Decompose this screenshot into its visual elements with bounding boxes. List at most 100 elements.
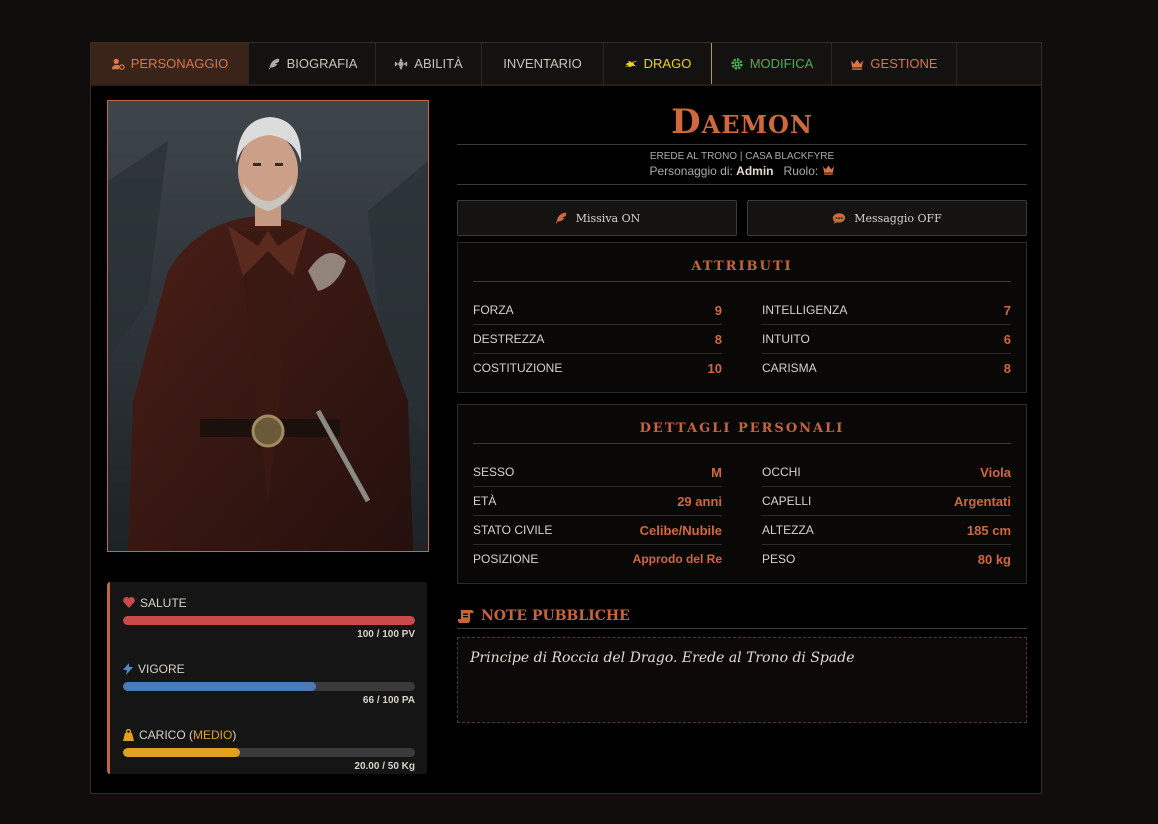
attribute-name: FORZA (473, 303, 514, 317)
detail-name: CAPELLI (762, 494, 812, 508)
tab-label: BIOGRAFIA (286, 56, 358, 71)
detail-name: POSIZIONE (473, 552, 539, 566)
detail-row: OCCHI Viola (762, 458, 1011, 487)
scroll-icon (458, 610, 474, 623)
attribute-row: FORZA 9 (473, 296, 722, 325)
detail-name: STATO CIVILE (473, 523, 553, 537)
detail-row: ALTEZZA 185 cm (762, 516, 1011, 545)
gear-icon (731, 57, 743, 70)
dragon-icon (624, 60, 637, 67)
attribute-name: COSTITUZIONE (473, 361, 563, 375)
character-sheet: PERSONAGGIO BIOGRAFIA ABILITÀ INVENTARIO… (90, 42, 1042, 794)
stat-label: CARICO ( (139, 727, 193, 742)
character-info: Daemon Erede al Trono | Casa Blackfyre P… (457, 100, 1027, 723)
detail-value: 29 anni (677, 493, 722, 509)
detail-name: SESSO (473, 465, 515, 479)
detail-value: 80 kg (977, 551, 1011, 567)
stat-label: SALUTE (140, 595, 187, 610)
stat-salute: SALUTE 100 / 100 PV (123, 594, 415, 644)
detail-name: ALTEZZA (762, 523, 814, 537)
dettagli-left: SESSO M ETÀ 29 anni STATO CIVILE Celibe/Nub… (473, 458, 722, 573)
salute-bar-fill (123, 616, 415, 625)
detail-value: 185 cm (966, 522, 1011, 538)
tab-label: ABILITÀ (414, 56, 463, 71)
crown-icon (851, 59, 864, 70)
detail-row: STATO CIVILE Celibe/Nubile (473, 516, 722, 545)
detail-name: ETÀ (473, 494, 497, 508)
role-label: Ruolo: (783, 164, 819, 178)
owner-label: Personaggio di: (649, 164, 733, 178)
feather-icon (555, 212, 566, 224)
portrait-image (108, 101, 428, 551)
salute-bar (123, 616, 415, 625)
attribute-value: 8 (714, 331, 722, 347)
divider (457, 184, 1027, 185)
vital-stats-panel: SALUTE 100 / 100 PV VIGORE 66 / 100 PA C… (107, 582, 427, 774)
detail-row: PESO 80 kg (762, 545, 1011, 573)
character-owner-line: Personaggio di: Admin Ruolo: (457, 164, 1027, 178)
weight-icon (123, 728, 134, 741)
attribute-row: INTUITO 6 (762, 325, 1011, 354)
attribute-value: 9 (714, 302, 722, 318)
tab-label: PERSONAGGIO (130, 56, 229, 71)
missiva-label: Missiva ON (575, 211, 641, 225)
attribute-value: 6 (1003, 331, 1011, 347)
feather-icon (268, 58, 279, 69)
tab-label: DRAGO (643, 56, 692, 71)
missiva-button[interactable]: Missiva ON (457, 200, 737, 236)
chat-icon (833, 212, 846, 224)
vigore-bar-fill (123, 682, 316, 691)
carico-bar-fill (123, 748, 240, 757)
stat-value: 66 / 100 PA (362, 695, 415, 706)
stat-value: 100 / 100 PV (357, 629, 415, 640)
tab-modifica[interactable]: MODIFICA (712, 43, 832, 84)
tab-label: GESTIONE (870, 56, 938, 71)
messaggio-label: Messaggio OFF (854, 211, 942, 225)
character-portrait (107, 100, 429, 552)
detail-row: SESSO M (473, 458, 722, 487)
tab-inventario[interactable]: INVENTARIO (482, 43, 604, 84)
detail-value: Celibe/Nubile (639, 522, 722, 538)
attributi-panel: ATTRIBUTI FORZA 9 DESTREZZA 8 COSTITUZIONE… (457, 242, 1027, 393)
owner-name: Admin (736, 164, 774, 178)
attribute-row: CARISMA 8 (762, 354, 1011, 382)
tab-label: MODIFICA (749, 56, 814, 71)
attributi-left: FORZA 9 DESTREZZA 8 COSTITUZIONE 10 (473, 296, 722, 382)
tab-personaggio[interactable]: PERSONAGGIO (91, 43, 249, 84)
detail-row: CAPELLI Argentati (762, 487, 1011, 516)
stat-vigore: VIGORE 66 / 100 PA (123, 660, 415, 710)
tab-bar: PERSONAGGIO BIOGRAFIA ABILITÀ INVENTARIO… (91, 43, 1041, 86)
attributi-right: INTELLIGENZA 7 INTUITO 6 CARISMA 8 (762, 296, 1011, 382)
detail-value: M (711, 464, 722, 480)
tab-biografia[interactable]: BIOGRAFIA (249, 43, 376, 84)
tab-drago[interactable]: DRAGO (604, 43, 712, 84)
attribute-value: 7 (1003, 302, 1011, 318)
dettagli-panel: DETTAGLI PERSONALI SESSO M ETÀ 29 anni STA… (457, 404, 1027, 584)
public-notes: Principe di Roccia del Drago. Erede al T… (457, 637, 1027, 723)
dettagli-right: OCCHI Viola CAPELLI Argentati ALTEZZA 185 c… (762, 458, 1011, 573)
attribute-name: INTELLIGENZA (762, 303, 848, 317)
tab-label: INVENTARIO (503, 56, 582, 71)
messaggio-button[interactable]: Messaggio OFF (747, 200, 1027, 236)
detail-name: OCCHI (762, 465, 801, 479)
tab-abilita[interactable]: ABILITÀ (376, 43, 482, 84)
character-subtitle: Erede al Trono | Casa Blackfyre (649, 151, 835, 162)
detail-value: Argentati (953, 493, 1011, 509)
vigore-bar (123, 682, 415, 691)
action-buttons: Missiva ON Messaggio OFF (457, 200, 1027, 236)
load-level: MEDIO (193, 727, 233, 742)
carico-bar (123, 748, 415, 757)
stat-value: 20.00 / 50 Kg (354, 761, 415, 772)
character-name: Daemon (671, 102, 813, 142)
attribute-name: INTUITO (762, 332, 810, 346)
crown-icon (822, 165, 834, 175)
attribute-name: DESTREZZA (473, 332, 545, 346)
attributi-title: ATTRIBUTI (473, 243, 1011, 282)
lightning-icon (123, 662, 133, 675)
emblem-icon (395, 57, 408, 70)
attribute-name: CARISMA (762, 361, 817, 375)
attribute-row: COSTITUZIONE 10 (473, 354, 722, 382)
detail-value: Approdo del Re (632, 552, 722, 566)
dettagli-title: DETTAGLI PERSONALI (473, 405, 1011, 444)
tab-gestione[interactable]: GESTIONE (832, 43, 957, 84)
